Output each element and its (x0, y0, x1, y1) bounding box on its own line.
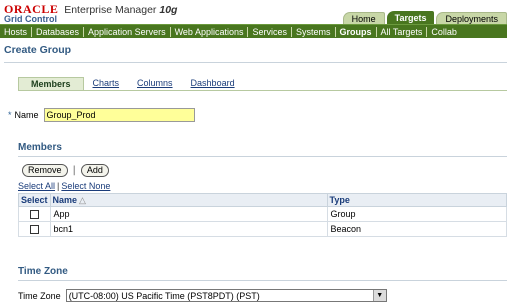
remove-button[interactable]: Remove (22, 164, 68, 177)
nav-groups[interactable]: Groups (336, 27, 376, 37)
subtab-dashboard[interactable]: Dashboard (182, 77, 244, 90)
table-header-row: Select Name △ Type (18, 193, 507, 207)
select-cell (18, 221, 51, 237)
member-name-cell: App (50, 206, 328, 222)
product-name: Enterprise Manager 10g (64, 4, 178, 16)
nav-collab[interactable]: Collab (427, 27, 461, 37)
timezone-label: Time Zone (18, 290, 61, 301)
timezone-divider (18, 280, 507, 281)
nav-web-applications[interactable]: Web Applications (171, 27, 248, 37)
subtab-charts[interactable]: Charts (84, 77, 129, 90)
timezone-selected-value: (UTC-08:00) US Pacific Time (PST8PDT) (P… (68, 290, 260, 301)
table-row: bcn1 Beacon (18, 221, 507, 237)
members-actions: Remove | Add (22, 164, 109, 177)
column-header-name[interactable]: Name △ (49, 193, 328, 207)
timezone-select[interactable]: (UTC-08:00) US Pacific Time (PST8PDT) (P… (65, 289, 387, 302)
members-divider (18, 156, 507, 157)
row-checkbox[interactable] (29, 225, 39, 235)
add-button[interactable]: Add (80, 164, 109, 177)
member-type-cell: Group (327, 206, 507, 222)
group-subtabs: Members Charts Columns Dashboard (18, 77, 507, 91)
timezone-section-title: Time Zone (18, 266, 68, 277)
button-separator: | (72, 165, 76, 176)
select-none-link[interactable]: Select None (61, 181, 110, 191)
nav-databases[interactable]: Databases (32, 27, 83, 37)
link-separator: | (57, 181, 60, 191)
sort-ascending-icon: △ (79, 194, 86, 205)
select-all-link[interactable]: Select All (18, 181, 55, 191)
tab-targets[interactable]: Targets (386, 11, 435, 25)
row-checkbox[interactable] (29, 210, 39, 220)
title-divider (4, 62, 507, 63)
subtab-columns[interactable]: Columns (128, 77, 182, 90)
name-label: Name (14, 110, 39, 120)
members-table: Select Name △ Type App Group bcn1 Beacon (18, 193, 507, 237)
selection-links: Select All | Select None (18, 181, 110, 191)
nav-all-targets[interactable]: All Targets (377, 27, 427, 37)
member-name-cell: bcn1 (50, 221, 328, 237)
table-row: App Group (18, 206, 507, 222)
nav-hosts[interactable]: Hosts (0, 27, 31, 37)
subtab-members[interactable]: Members (18, 77, 84, 90)
nav-services[interactable]: Services (248, 27, 291, 37)
name-row: * Name (8, 108, 195, 122)
brand-logo: ORACLE Enterprise Manager 10g Grid Contr… (4, 2, 177, 24)
select-cell (18, 206, 51, 222)
column-header-type[interactable]: Type (326, 193, 507, 207)
column-header-select: Select (18, 193, 51, 207)
targets-nav-bar: Hosts Databases Application Servers Web … (0, 24, 507, 38)
group-name-input[interactable] (43, 108, 195, 122)
nav-application-servers[interactable]: Application Servers (84, 27, 170, 37)
product-version: 10g (159, 4, 178, 16)
main-tabs: Home Targets Deployments (341, 11, 507, 25)
page-title: Create Group (4, 44, 72, 56)
timezone-row: Time Zone (UTC-08:00) US Pacific Time (P… (18, 289, 387, 302)
required-indicator: * (8, 110, 12, 120)
member-type-cell: Beacon (327, 221, 507, 237)
nav-systems[interactable]: Systems (292, 27, 335, 37)
members-section-title: Members (18, 142, 62, 153)
name-header-label: Name (52, 194, 78, 205)
grid-control-label: Grid Control (4, 14, 57, 24)
chevron-down-icon[interactable]: ▼ (372, 290, 386, 301)
